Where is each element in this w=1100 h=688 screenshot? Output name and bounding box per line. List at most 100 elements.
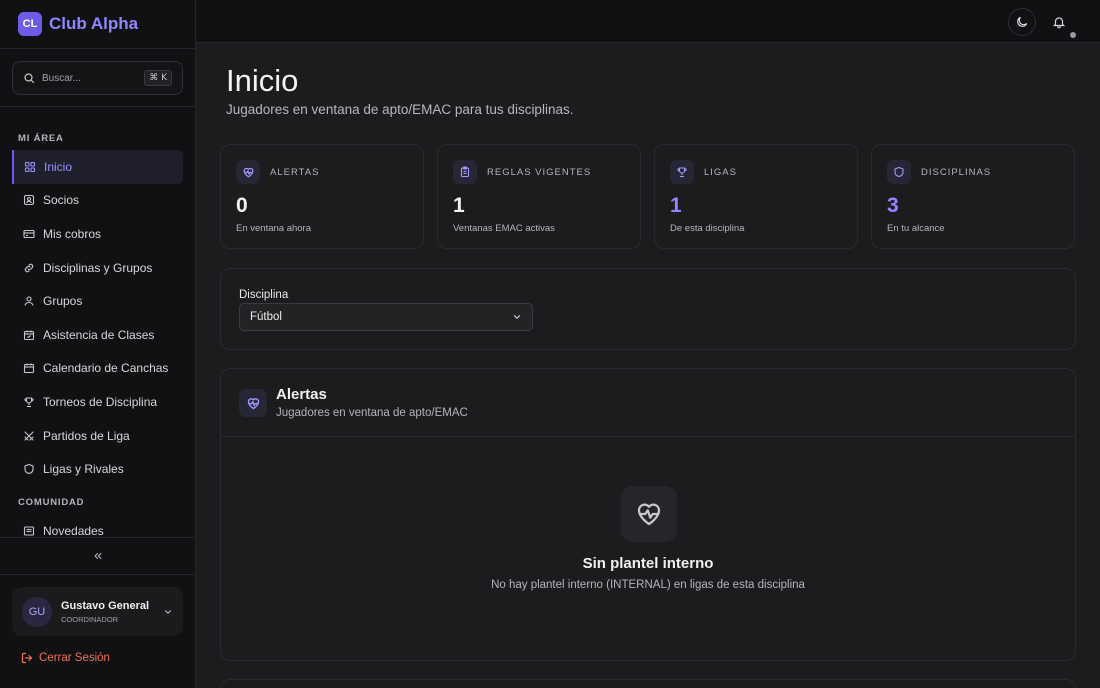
- empty-state-title: Sin plantel interno: [582, 555, 714, 572]
- chevron-down-icon: [164, 609, 172, 614]
- sidebar-item-label: Novedades: [43, 523, 104, 537]
- empty-state-text: No hay plantel interno (INTERNAL) en lig…: [491, 579, 805, 591]
- stat-desc: En tu alcance: [887, 223, 945, 234]
- discipline-selected-value: Fútbol: [250, 311, 282, 323]
- sidebar-item-label: Torneos de Disciplina: [43, 394, 158, 409]
- user-role: COORDINADOR: [61, 614, 119, 624]
- chevrons-left-icon: [93, 552, 101, 560]
- bell-icon: [1052, 17, 1066, 29]
- sidebar-item-label: Asistencia de Clases: [43, 327, 155, 342]
- next-card: [220, 679, 1076, 688]
- shield-icon: [22, 463, 35, 476]
- trophy-icon: [22, 395, 35, 408]
- swords-icon: [22, 429, 35, 442]
- sidebar-item-ligas[interactable]: Ligas y Rivales: [12, 452, 183, 486]
- search-icon: [24, 73, 35, 84]
- search-container: Buscar... ⌘ K: [0, 49, 195, 107]
- stat-value: 1: [670, 194, 682, 217]
- search-placeholder: Buscar...: [42, 72, 81, 84]
- logout-icon: [21, 652, 33, 664]
- sidebar-item-label: Ligas y Rivales: [43, 462, 124, 477]
- user-name: Gustavo General: [61, 599, 150, 612]
- stat-card-alertas: ALERTAS 0 En ventana ahora: [220, 144, 424, 249]
- stat-value: 1: [453, 194, 465, 217]
- stat-head: REGLAS VIGENTES: [453, 160, 591, 184]
- moon-icon: [1017, 16, 1028, 27]
- shield-icon: [887, 160, 911, 184]
- stat-head: LIGAS: [670, 160, 737, 184]
- brand-name: Club Alpha: [49, 14, 139, 33]
- notification-dot: [1070, 32, 1076, 38]
- newspaper-icon: [22, 524, 35, 537]
- stat-head: DISCIPLINAS: [887, 160, 991, 184]
- heart-pulse-icon: [239, 389, 267, 417]
- logout-label: Cerrar Sesión: [39, 652, 110, 664]
- section-label-comunidad: COMUNIDAD: [18, 496, 85, 508]
- sidebar-item-label: Grupos: [43, 294, 83, 309]
- stat-desc: Ventanas EMAC activas: [453, 223, 555, 234]
- sidebar-item-label: Inicio: [44, 159, 73, 174]
- alerts-title: Alertas: [276, 386, 327, 403]
- discipline-filter-card: Disciplina Fútbol: [220, 268, 1076, 350]
- sidebar-item-label: Partidos de Liga: [43, 428, 130, 443]
- stat-value: 3: [887, 194, 899, 217]
- id-card-icon: [22, 194, 35, 207]
- user-menu[interactable]: GU Gustavo General COORDINADOR: [12, 587, 183, 636]
- sidebar-item-label: Calendario de Canchas: [43, 361, 169, 376]
- grid-icon: [23, 160, 36, 173]
- sidebar-item-calendario[interactable]: Calendario de Canchas: [12, 352, 183, 386]
- topbar: [196, 0, 1100, 43]
- sidebar-item-label: Mis cobros: [43, 226, 102, 241]
- page-subtitle: Jugadores en ventana de apto/EMAC para t…: [226, 102, 574, 117]
- sidebar-item-label: Socios: [43, 193, 80, 208]
- sidebar-item-novedades[interactable]: Novedades: [12, 514, 183, 537]
- alerts-subtitle: Jugadores en ventana de apto/EMAC: [276, 407, 468, 419]
- stat-desc: De esta disciplina: [670, 223, 745, 234]
- stat-label: REGLAS VIGENTES: [487, 166, 592, 178]
- user-icon: [22, 295, 35, 308]
- stat-label: ALERTAS: [270, 166, 320, 178]
- sidebar-item-torneos[interactable]: Torneos de Disciplina: [12, 385, 183, 419]
- stat-desc: En ventana ahora: [236, 223, 312, 234]
- logout-button[interactable]: Cerrar Sesión: [21, 652, 110, 664]
- section-label-mi-area: MI ÁREA: [18, 133, 64, 144]
- sidebar-item-grupos[interactable]: Grupos: [12, 284, 183, 318]
- collapse-sidebar-button[interactable]: [0, 537, 195, 575]
- alerts-header: Alertas Jugadores en ventana de apto/EMA…: [221, 369, 1075, 437]
- stat-card-disciplinas: DISCIPLINAS 3 En tu alcance: [871, 144, 1075, 249]
- sidebar-nav: MI ÁREA Inicio Socios Mis cobros Discipl…: [0, 107, 195, 537]
- stat-value: 0: [236, 194, 248, 217]
- search-input[interactable]: Buscar... ⌘ K: [12, 61, 183, 95]
- page-title: Inicio: [226, 63, 299, 98]
- sidebar-item-disciplinas-grupos[interactable]: Disciplinas y Grupos: [12, 251, 183, 285]
- search-shortcut: ⌘ K: [144, 70, 172, 86]
- heart-pulse-icon: [621, 486, 677, 542]
- link-icon: [22, 261, 35, 274]
- clipboard-icon: [453, 160, 477, 184]
- wallet-icon: [22, 227, 35, 240]
- theme-toggle-button[interactable]: [1008, 8, 1036, 36]
- sidebar-item-label: Disciplinas y Grupos: [43, 260, 153, 275]
- sidebar-item-partidos[interactable]: Partidos de Liga: [12, 419, 183, 453]
- sidebar: CL Club Alpha Buscar... ⌘ K MI ÁREA Inic…: [0, 0, 196, 688]
- stat-label: LIGAS: [704, 166, 737, 178]
- calendar-icon: [22, 362, 35, 375]
- chevron-down-icon: [513, 315, 521, 320]
- brand-logo: CL: [18, 12, 42, 36]
- trophy-icon: [670, 160, 694, 184]
- stat-head: ALERTAS: [236, 160, 319, 184]
- discipline-select[interactable]: Fútbol: [239, 303, 533, 331]
- sidebar-item-inicio[interactable]: Inicio: [12, 150, 183, 184]
- discipline-label: Disciplina: [239, 289, 289, 301]
- stat-card-ligas: LIGAS 1 De esta disciplina: [654, 144, 858, 249]
- heart-pulse-icon: [236, 160, 260, 184]
- sidebar-item-asistencia[interactable]: Asistencia de Clases: [12, 318, 183, 352]
- sidebar-item-mis-cobros[interactable]: Mis cobros: [12, 217, 183, 251]
- sidebar-item-socios[interactable]: Socios: [12, 184, 183, 218]
- stat-card-reglas: REGLAS VIGENTES 1 Ventanas EMAC activas: [437, 144, 641, 249]
- user-info: Gustavo General COORDINADOR: [61, 600, 163, 624]
- notifications-button[interactable]: [1045, 8, 1073, 36]
- brand[interactable]: CL Club Alpha: [0, 0, 195, 49]
- stat-label: DISCIPLINAS: [921, 166, 992, 178]
- avatar: GU: [22, 596, 52, 627]
